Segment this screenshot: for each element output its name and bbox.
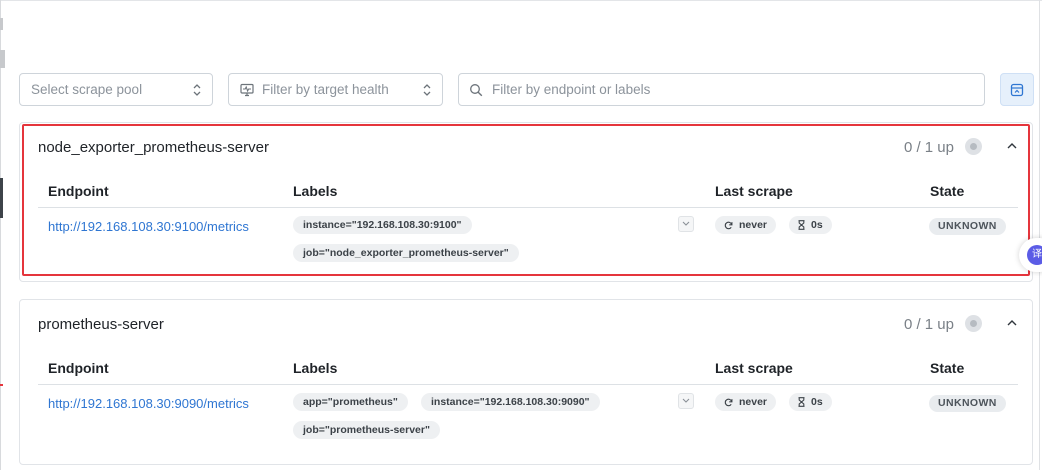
chevron-up-icon[interactable] [1006,140,1018,152]
target-health-placeholder: Filter by target health [262,82,389,97]
last-scrape-pill: never [715,216,777,234]
scrape-duration-value: 0s [811,396,823,408]
column-header-last-scrape: Last scrape [715,360,793,376]
chevron-up-icon[interactable] [1006,317,1018,329]
column-header-last-scrape: Last scrape [715,183,793,199]
target-state-badge: UNKNOWN [929,395,1006,412]
column-header-state: State [930,360,965,376]
label-pill: job="prometheus-server" [293,421,440,439]
hourglass-icon [798,220,805,230]
expand-labels-button[interactable] [678,216,694,232]
scrape-duration-value: 0s [811,219,823,231]
label-pill: job="node_exporter_prometheus-server" [293,244,519,262]
chevron-updown-icon [193,84,201,96]
search-icon [470,83,483,96]
column-header-state: State [930,183,965,199]
target-health-select[interactable]: Filter by target health [228,73,443,106]
column-header-labels: Labels [293,360,338,376]
background-window-sliver [0,384,3,386]
translate-icon: 译 [1027,245,1042,265]
refresh-icon [724,398,733,406]
background-window-sliver [0,18,3,30]
scrape-duration-pill: 0s [789,216,832,234]
window-top-edge [0,0,1042,1]
column-header-endpoint: Endpoint [48,183,109,199]
last-scrape-pill: never [715,393,777,411]
chevron-down-icon [682,398,690,403]
window-left-edge [0,0,1,470]
pool-up-count: 0 / 1 up [903,139,954,156]
column-header-labels: Labels [293,183,338,199]
endpoint-search-input[interactable]: Filter by endpoint or labels [458,73,985,106]
chevron-updown-icon [423,84,431,96]
target-endpoint-link[interactable]: http://192.168.108.30:9100/metrics [48,219,249,234]
target-state-badge: UNKNOWN [929,218,1006,235]
last-scrape-value: never [739,219,768,231]
pool-health-indicator [965,138,982,155]
scrape-pool-placeholder: Select scrape pool [31,82,143,97]
window-right-edge [1039,0,1040,470]
table-header-divider [38,207,1018,208]
background-window-sliver [0,50,5,68]
chevron-down-icon [682,221,690,226]
pool-name: prometheus-server [38,316,164,333]
pool-name: node_exporter_prometheus-server [38,139,269,156]
background-window-sliver [0,178,3,218]
monitor-heartbeat-icon [240,83,254,96]
hourglass-icon [798,397,805,407]
scrape-pool-select[interactable]: Select scrape pool [19,73,213,106]
collapse-all-icon [1010,83,1024,96]
target-endpoint-link[interactable]: http://192.168.108.30:9090/metrics [48,396,249,411]
last-scrape-value: never [739,396,768,408]
pool-up-count: 0 / 1 up [903,316,954,333]
label-pill: instance="192.168.108.30:9090" [421,393,600,411]
scrape-duration-pill: 0s [789,393,832,411]
scrape-pool-panel: prometheus-server 0 / 1 up Endpoint Labe… [19,299,1033,465]
search-placeholder: Filter by endpoint or labels [492,82,651,97]
scrape-pool-panel: node_exporter_prometheus-server 0 / 1 up… [19,122,1033,282]
label-pill: app="prometheus" [293,393,408,411]
refresh-icon [724,221,733,229]
table-header-divider [38,384,1018,385]
column-header-endpoint: Endpoint [48,360,109,376]
label-pill: instance="192.168.108.30:9100" [293,216,472,234]
expand-labels-button[interactable] [678,393,694,409]
pool-health-indicator [965,315,982,332]
collapse-all-button[interactable] [1000,73,1034,106]
